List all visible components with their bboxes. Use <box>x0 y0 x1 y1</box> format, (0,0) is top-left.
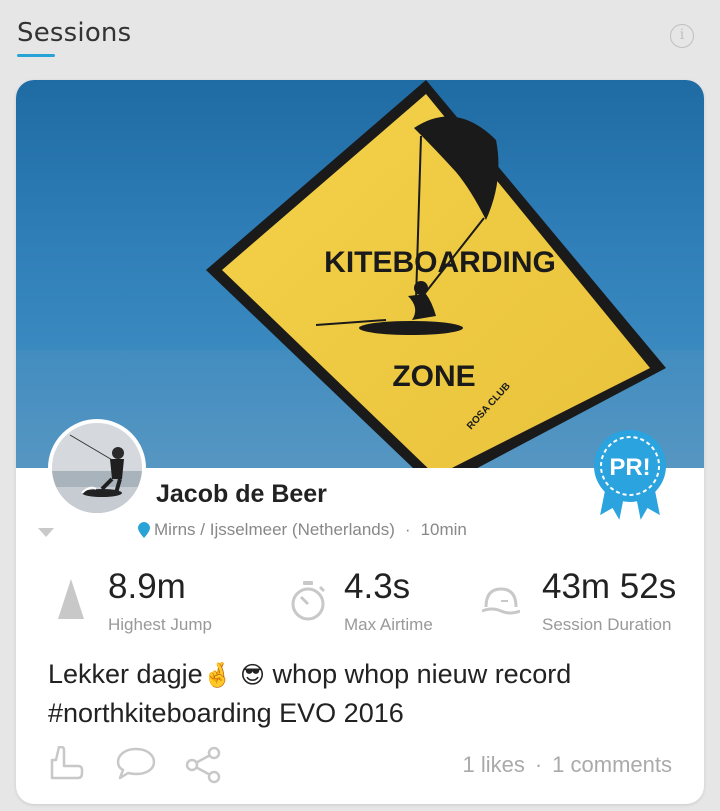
stopwatch-icon <box>291 581 326 621</box>
card-actions: 1 likes · 1 comments <box>16 740 704 790</box>
meta-separator: · <box>534 752 543 777</box>
stat-session-duration: 43m 52s Session Duration <box>476 567 704 637</box>
chevron-down-icon[interactable] <box>38 528 54 537</box>
session-caption: Lekker dagje🤞 😎 whop whop nieuw record #… <box>48 655 688 732</box>
share-icon[interactable] <box>184 746 222 784</box>
stat-label: Session Duration <box>542 615 672 634</box>
location-pin-icon <box>138 522 150 538</box>
title-underline <box>17 54 55 57</box>
pr-badge-label: PR! <box>609 454 650 481</box>
page-title: Sessions <box>17 18 132 48</box>
page-header: Sessions i <box>0 0 720 70</box>
location-row: Mirns / Ijsselmeer (Netherlands) · 10min <box>138 520 467 540</box>
stat-value: 4.3s <box>344 567 411 606</box>
like-icon[interactable] <box>48 746 84 780</box>
stat-max-airtime: 4.3s Max Airtime <box>246 567 476 637</box>
stat-value: 8.9m <box>108 567 186 606</box>
time-ago: 10min <box>420 520 467 539</box>
cover-image[interactable]: KITEBOARDING ZONE ROSA CLUB <box>16 80 704 468</box>
location-separator: · <box>404 520 411 539</box>
stat-label: Highest Jump <box>108 615 212 634</box>
stat-label: Max Airtime <box>344 615 433 634</box>
info-icon[interactable]: i <box>670 24 694 48</box>
caption-text: Lekker dagje <box>48 659 203 689</box>
personal-record-badge[interactable]: PR! <box>592 428 668 529</box>
caption-text-cont: whop whop nieuw record <box>265 659 572 689</box>
location-text[interactable]: Mirns / Ijsselmeer (Netherlands) <box>154 520 395 540</box>
sign-text-zone: ZONE <box>392 360 475 393</box>
user-name[interactable]: Jacob de Beer <box>156 480 327 509</box>
mountain-icon <box>58 579 84 619</box>
sunglasses-emoji: 😎 <box>240 661 266 689</box>
comment-icon[interactable] <box>116 746 156 780</box>
session-duration-icon <box>482 587 520 615</box>
fingers-crossed-emoji: 🤞 <box>202 661 233 689</box>
stat-highest-jump: 8.9m Highest Jump <box>16 567 246 637</box>
engagement-meta: 1 likes · 1 comments <box>462 752 672 778</box>
sign-text-main: KITEBOARDING <box>324 246 556 279</box>
likes-count[interactable]: 1 likes <box>462 752 524 777</box>
session-card[interactable]: KITEBOARDING ZONE ROSA CLUB PR! Jacob de… <box>16 80 704 804</box>
caption-hashtags[interactable]: #northkiteboarding EVO 2016 <box>48 698 404 728</box>
avatar[interactable] <box>48 419 146 517</box>
comments-count[interactable]: 1 comments <box>552 752 672 777</box>
stat-value: 43m 52s <box>542 567 677 606</box>
